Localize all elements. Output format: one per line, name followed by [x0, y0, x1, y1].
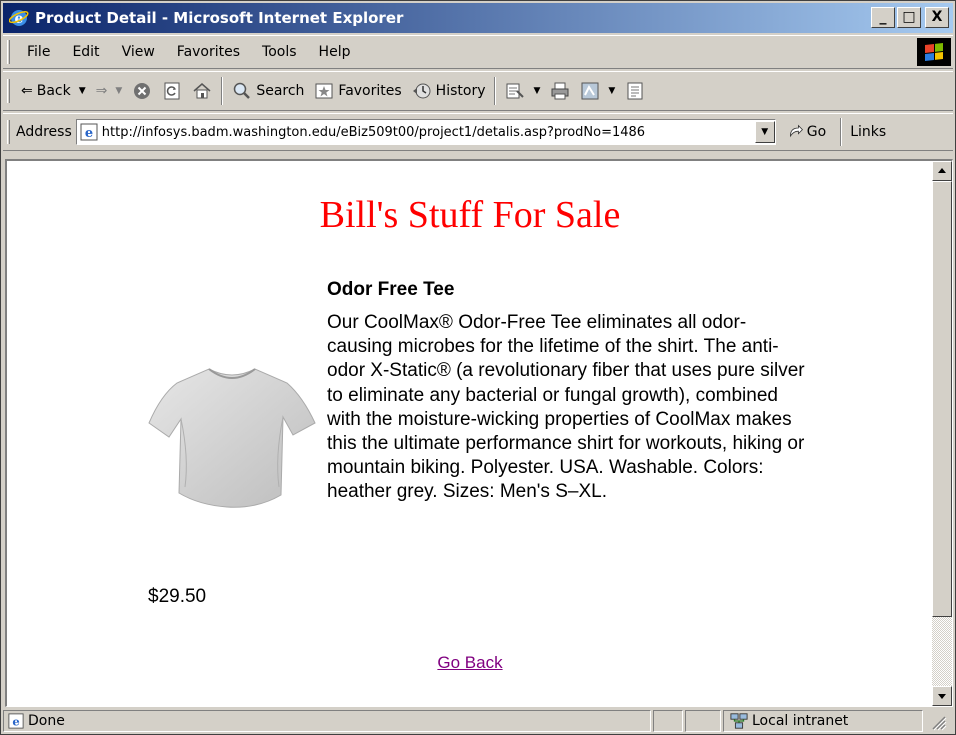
back-label: Back	[36, 83, 71, 99]
product-price: $29.50	[148, 586, 207, 607]
go-arrow-icon	[789, 124, 803, 138]
discuss-icon	[627, 82, 643, 100]
menu-view[interactable]: View	[111, 44, 166, 60]
address-field[interactable]: e ▼	[75, 119, 776, 145]
ie-page-icon: e	[80, 123, 98, 141]
toolbar-grip[interactable]	[7, 79, 10, 103]
history-icon	[412, 83, 431, 99]
menu-edit[interactable]: Edit	[61, 44, 110, 60]
toolbar-separator	[221, 77, 224, 105]
product-description: Our CoolMax® Odor-Free Tee eliminates al…	[327, 312, 805, 503]
favorites-star-icon	[315, 83, 333, 99]
vertical-scrollbar[interactable]	[932, 161, 952, 706]
stop-icon	[134, 83, 151, 99]
arrow-up-icon	[938, 168, 946, 173]
product-name: Odor Free Tee	[327, 279, 455, 300]
back-button[interactable]: ⇐ Back ▼	[16, 75, 91, 107]
forward-button[interactable]: ⇒ ▼	[91, 75, 128, 107]
page-heading: Bill's Stuff For Sale	[319, 194, 621, 236]
edit-button[interactable]: ▼	[575, 75, 620, 107]
toolbar-separator	[494, 77, 497, 105]
edit-icon	[581, 82, 599, 100]
status-main-panel: e Done	[3, 710, 651, 732]
svg-text:e: e	[85, 126, 93, 141]
chevron-down-icon[interactable]: ▼	[115, 86, 122, 96]
chevron-down-icon[interactable]: ▼	[608, 86, 615, 96]
ie-logo-icon: e	[9, 10, 29, 27]
maximize-button[interactable]: □	[897, 7, 921, 28]
toolbar-grip[interactable]	[7, 40, 10, 64]
history-label: History	[435, 83, 486, 99]
chevron-down-icon[interactable]: ▼	[79, 86, 86, 96]
menu-tools[interactable]: Tools	[251, 44, 308, 60]
favorites-button[interactable]: Favorites	[309, 75, 406, 107]
address-bar: Address e ▼ Go Links	[3, 113, 953, 151]
title-bar: e Product Detail - Microsoft Internet Ex…	[3, 3, 953, 33]
local-intranet-icon	[730, 713, 748, 729]
scroll-up-button[interactable]	[932, 161, 952, 181]
favorites-label: Favorites	[338, 83, 402, 99]
back-arrow-icon: ⇐	[21, 83, 33, 99]
mail-icon	[506, 83, 525, 99]
minimize-button[interactable]: _	[871, 7, 895, 28]
stop-button[interactable]	[127, 75, 157, 107]
close-button[interactable]: X	[925, 7, 949, 28]
scroll-thumb[interactable]	[932, 181, 952, 617]
address-input[interactable]	[101, 121, 755, 143]
search-icon	[234, 82, 251, 99]
history-button[interactable]: History	[407, 75, 491, 107]
go-label: Go	[806, 124, 827, 140]
menu-favorites[interactable]: Favorites	[166, 44, 251, 60]
home-button[interactable]	[187, 75, 217, 107]
status-bar: e Done Local intranet	[3, 709, 953, 733]
refresh-button[interactable]	[157, 75, 187, 107]
status-text: Done	[28, 713, 65, 729]
address-label: Address	[16, 124, 72, 140]
menu-bar: File Edit View Favorites Tools Help	[3, 35, 953, 69]
refresh-icon	[164, 82, 180, 100]
scroll-down-button[interactable]	[932, 686, 952, 706]
tshirt-product-image	[148, 368, 316, 508]
browser-window: e Product Detail - Microsoft Internet Ex…	[0, 0, 956, 735]
chevron-down-icon[interactable]: ▼	[533, 86, 540, 96]
links-button[interactable]: Links	[850, 124, 886, 140]
menu-file[interactable]: File	[16, 44, 61, 60]
scroll-track[interactable]	[932, 617, 952, 686]
toolbar-grip[interactable]	[7, 120, 10, 144]
content-frame: Bill's Stuff For Sale Odor Free Tee Our …	[5, 159, 953, 707]
arrow-down-icon	[938, 694, 946, 699]
windows-flag-icon	[925, 43, 943, 61]
search-label: Search	[256, 83, 305, 99]
ie-page-icon: e	[8, 713, 24, 729]
toolbar-separator	[840, 118, 843, 146]
window-title: Product Detail - Microsoft Internet Expl…	[35, 9, 404, 27]
standard-toolbar: ⇐ Back ▼ ⇒ ▼ Search Favorites History ▼ …	[3, 71, 953, 111]
windows-logo-throbber	[917, 38, 951, 66]
search-button[interactable]: Search	[227, 75, 309, 107]
menu-help[interactable]: Help	[308, 44, 362, 60]
go-back-container: Go Back	[7, 653, 933, 673]
mail-button[interactable]: ▼	[500, 75, 545, 107]
discuss-button[interactable]	[620, 75, 650, 107]
page-viewport: Bill's Stuff For Sale Odor Free Tee Our …	[7, 161, 933, 706]
status-progress-panel	[653, 710, 683, 732]
print-icon	[551, 82, 569, 100]
window-controls: _ □ X	[871, 7, 949, 28]
resize-grip-icon[interactable]	[927, 711, 947, 731]
home-icon	[193, 83, 211, 99]
forward-arrow-icon: ⇒	[95, 83, 108, 99]
go-button[interactable]: Go	[788, 124, 826, 140]
address-dropdown-button[interactable]: ▼	[754, 121, 775, 143]
svg-text:e: e	[12, 714, 19, 728]
status-zone-panel: Local intranet	[723, 710, 923, 732]
print-button[interactable]	[545, 75, 575, 107]
zone-text: Local intranet	[752, 713, 849, 729]
go-back-link[interactable]: Go Back	[437, 653, 502, 672]
status-security-panel	[685, 710, 721, 732]
